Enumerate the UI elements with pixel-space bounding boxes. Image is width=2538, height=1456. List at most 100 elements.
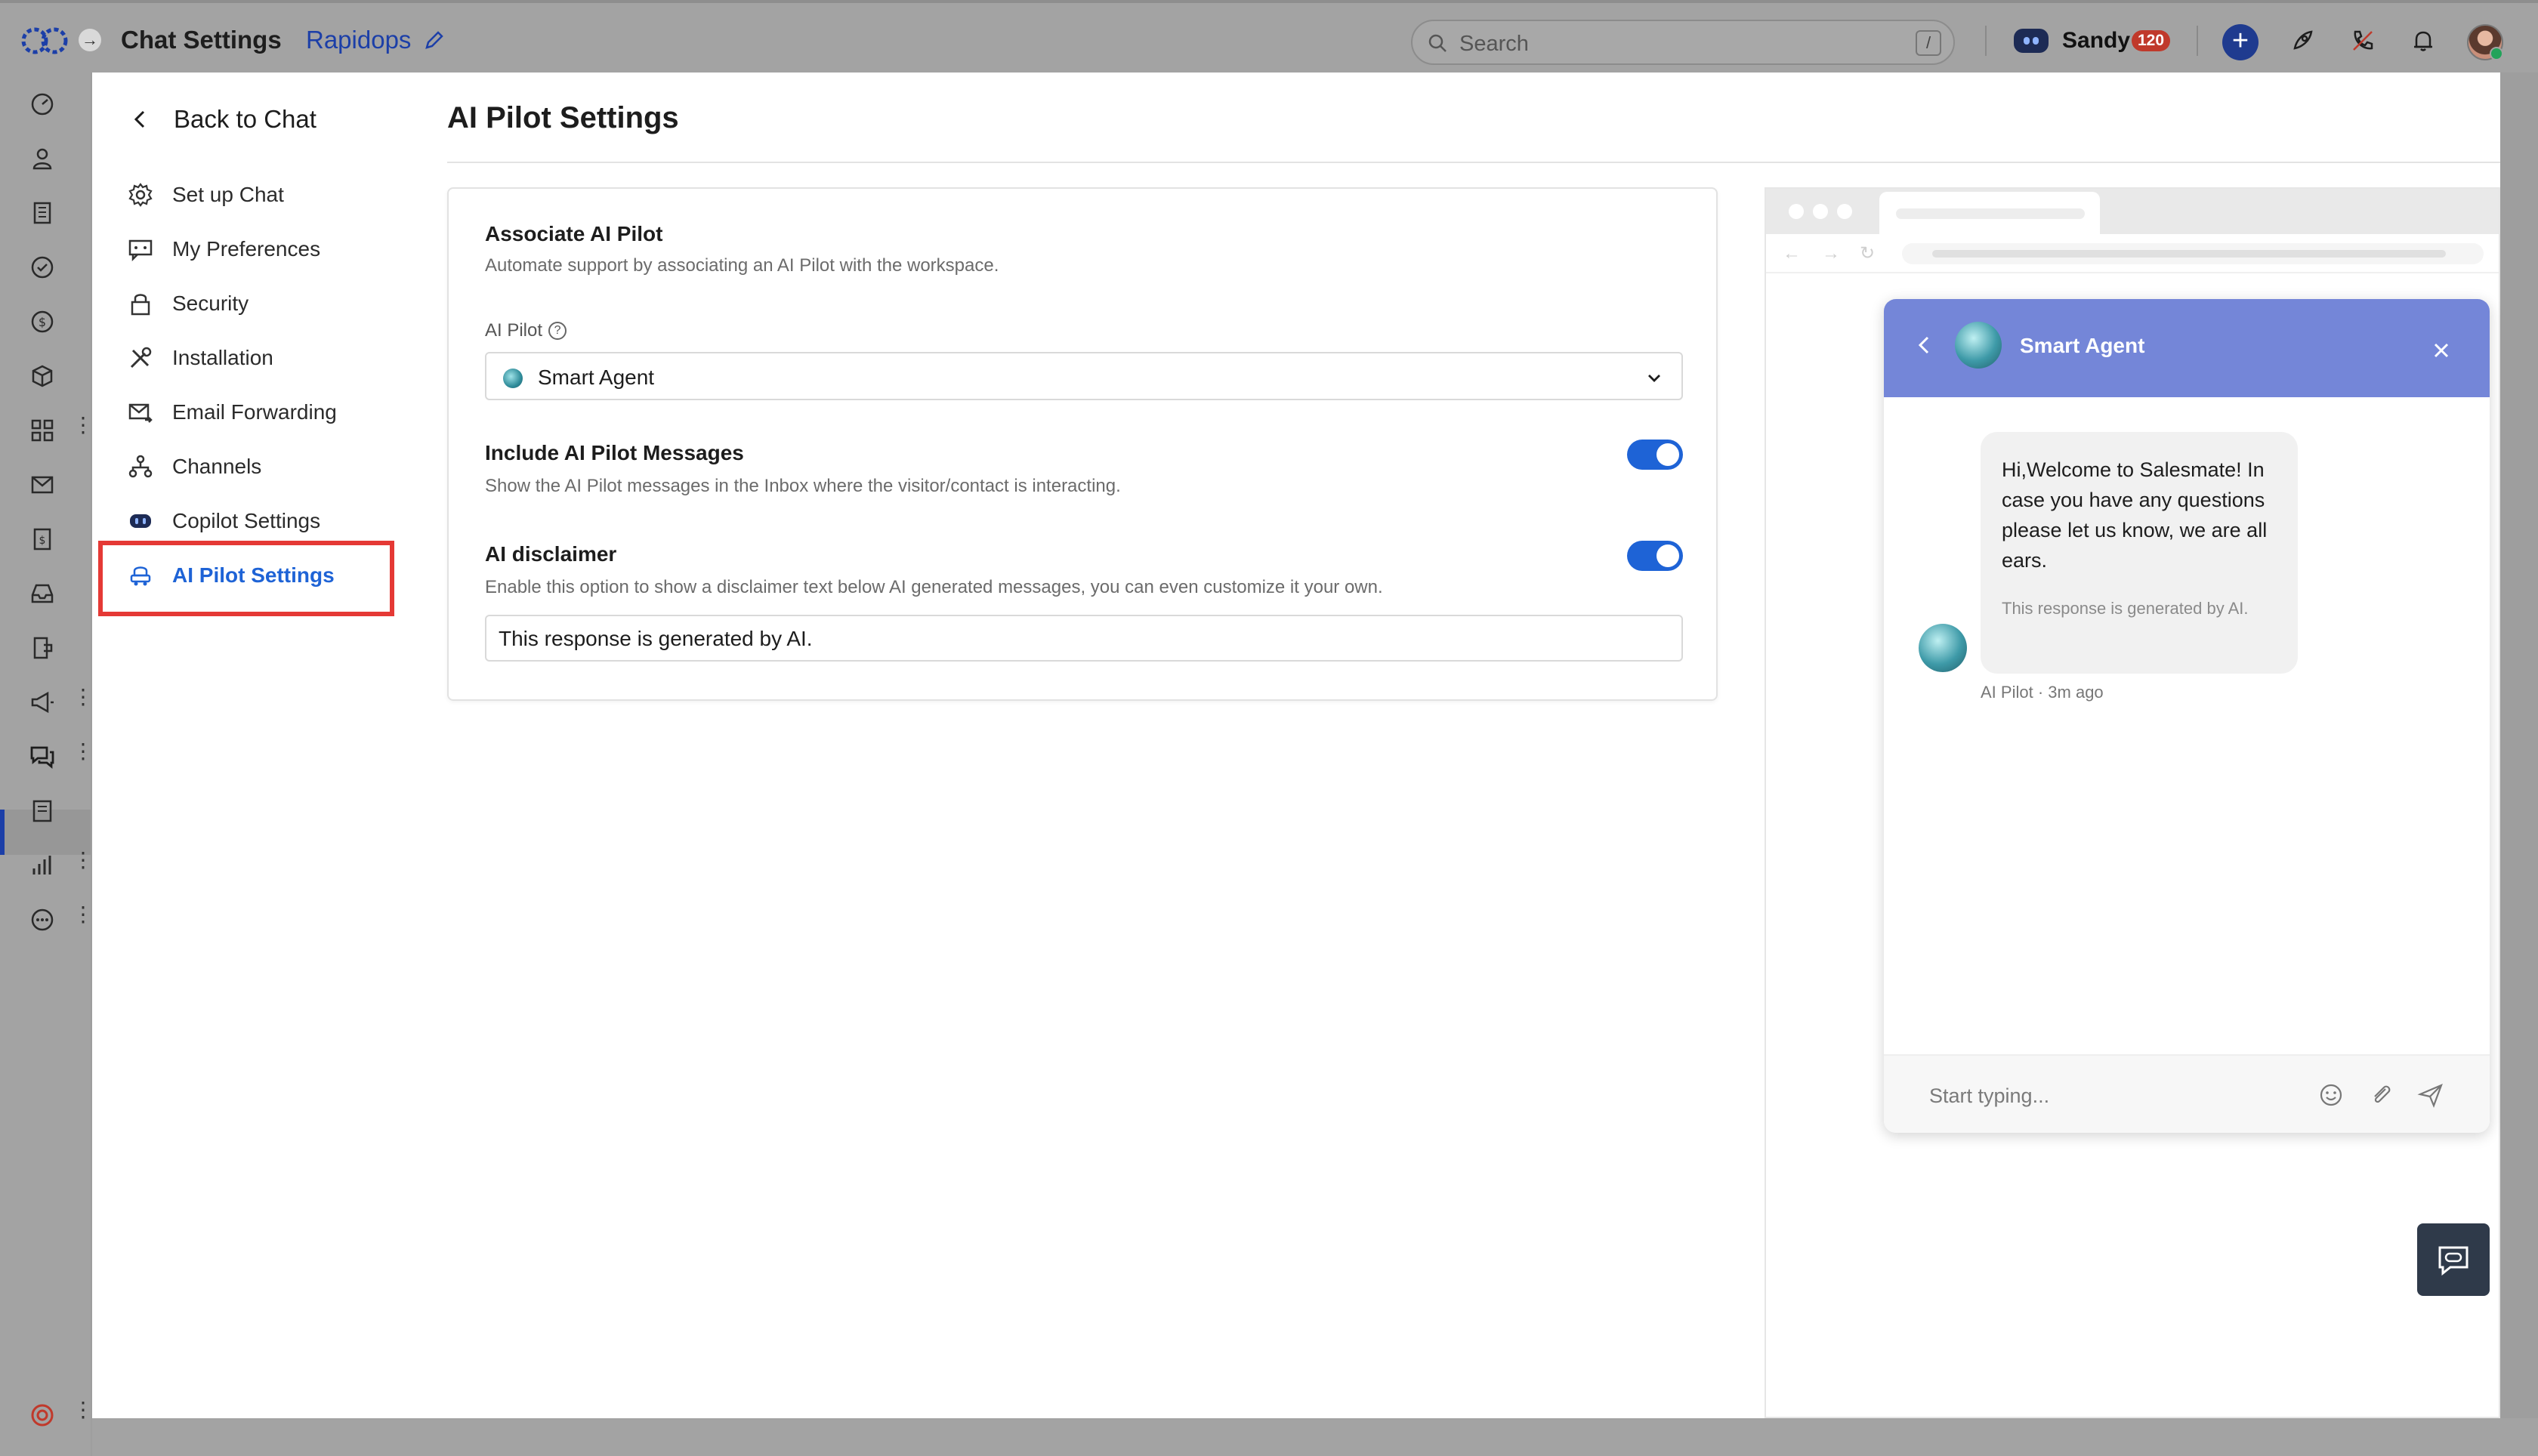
meta-separator: · xyxy=(2037,683,2044,702)
chat-messages: Hi,Welcome to Salesmate! In case you hav… xyxy=(1884,397,2490,1054)
browser-tab xyxy=(1879,192,2100,236)
campaign-more-icon[interactable]: ⋮ xyxy=(73,686,94,716)
message-text: Hi,Welcome to Salesmate! In case you hav… xyxy=(2002,458,2268,572)
rocket-icon[interactable] xyxy=(2289,27,2316,54)
ai-disclaimer-input[interactable]: This response is generated by AI. xyxy=(485,615,1683,662)
sidebar-item-label: Channels xyxy=(172,455,262,478)
app-navigation-rail: $ ⋮ $ ⋮ ⋮ ⋮ ⋮ ⋮ xyxy=(0,72,94,1456)
message-bubble: Hi,Welcome to Salesmate! In case you hav… xyxy=(1981,432,2298,674)
inbox-icon[interactable] xyxy=(29,580,56,607)
ai-disclaimer-title: AI disclaimer xyxy=(485,542,617,566)
chat-launcher-button[interactable] xyxy=(2417,1223,2490,1296)
chat-more-icon[interactable]: ⋮ xyxy=(73,741,94,770)
campaign-icon[interactable] xyxy=(29,689,56,716)
annotation-highlight-box xyxy=(98,541,394,616)
url-field xyxy=(1902,243,2484,264)
sidebar-item-label: Copilot Settings xyxy=(172,509,321,532)
sidebar-item-label: Security xyxy=(172,292,249,315)
search-shortcut-key: / xyxy=(1916,30,1941,56)
svg-text:$: $ xyxy=(39,315,46,329)
user-avatar[interactable] xyxy=(2467,24,2503,60)
chat-composer[interactable]: Start typing... xyxy=(1884,1054,2490,1133)
sidebar-item-set-up-chat[interactable]: Set up Chat xyxy=(119,171,421,219)
chevron-down-icon xyxy=(1648,375,1660,382)
message-input-placeholder: Start typing... xyxy=(1929,1084,2050,1107)
add-button[interactable]: + xyxy=(2222,24,2259,60)
sidebar-item-copilot-settings[interactable]: Copilot Settings xyxy=(119,497,421,545)
lock-icon xyxy=(131,294,150,316)
more-icon[interactable] xyxy=(29,906,56,933)
background-strip xyxy=(92,1418,2538,1456)
send-icon[interactable] xyxy=(2417,1081,2444,1109)
top-bar: → Chat Settings Rapidops Search / Sandy … xyxy=(0,0,2538,72)
bell-icon[interactable] xyxy=(2410,27,2437,54)
sidebar-item-label: Email Forwarding xyxy=(172,400,337,424)
phone-off-icon[interactable] xyxy=(2349,27,2376,54)
task-icon[interactable] xyxy=(29,254,56,281)
more-more-icon[interactable]: ⋮ xyxy=(73,904,94,933)
divider xyxy=(2197,26,2198,56)
window-dot xyxy=(1813,204,1828,219)
dashboard-icon[interactable] xyxy=(29,91,56,118)
chat-widget-header: Smart Agent xyxy=(1884,299,2490,397)
email-icon[interactable] xyxy=(29,471,56,498)
user-name[interactable]: Sandy xyxy=(2062,28,2130,54)
apps-icon[interactable] xyxy=(29,417,56,444)
copilot-icon xyxy=(130,514,151,528)
apps-more-icon[interactable]: ⋮ xyxy=(73,415,94,444)
workspace-name[interactable]: Rapidops xyxy=(306,26,411,54)
sidebar-item-channels[interactable]: Channels xyxy=(119,443,421,491)
report-more-icon[interactable]: ⋮ xyxy=(73,850,94,879)
arrow-left-icon: ← xyxy=(1783,243,1801,264)
agent-avatar xyxy=(1919,624,1967,672)
svg-text:$: $ xyxy=(39,535,46,547)
paperclip-icon[interactable] xyxy=(2367,1081,2394,1109)
emoji-icon[interactable] xyxy=(2317,1081,2345,1109)
back-to-chat-link[interactable]: Back to Chat xyxy=(130,103,316,136)
include-messages-toggle[interactable] xyxy=(1627,440,1683,470)
question-icon[interactable]: ? xyxy=(548,322,567,340)
message-time: 3m ago xyxy=(2048,683,2104,702)
tools-icon xyxy=(130,347,152,369)
chevron-left-icon[interactable] xyxy=(1914,334,1934,356)
search-icon xyxy=(1428,34,1447,52)
expand-sidebar-button[interactable]: → xyxy=(79,29,101,51)
search-input[interactable]: Search / xyxy=(1411,20,1955,65)
chat-bubble-icon xyxy=(2438,1246,2469,1276)
ai-pilot-settings-card: Associate AI Pilot Automate support by a… xyxy=(447,187,1718,701)
sidebar-item-label: Set up Chat xyxy=(172,183,284,206)
bot-avatar-icon[interactable] xyxy=(2014,29,2049,53)
agent-avatar xyxy=(503,369,523,388)
sidebar-item-email-forwarding[interactable]: Email Forwarding xyxy=(119,388,421,436)
browser-tab-strip xyxy=(1766,189,2499,236)
sidebar-item-my-preferences[interactable]: My Preferences xyxy=(119,225,421,273)
sidebar-item-label: Installation xyxy=(172,346,273,369)
ai-pilot-field-label: AI Pilot ? xyxy=(485,320,567,341)
message-sender: AI Pilot xyxy=(1981,683,2033,702)
product-icon[interactable] xyxy=(29,362,56,390)
company-icon[interactable] xyxy=(29,199,56,227)
sidebar-item-security[interactable]: Security xyxy=(119,279,421,328)
report-icon[interactable] xyxy=(29,852,56,879)
window-dot xyxy=(1789,204,1804,219)
salesmate-logo-icon[interactable] xyxy=(20,26,69,56)
close-icon[interactable] xyxy=(2432,341,2450,359)
sidebar-item-installation[interactable]: Installation xyxy=(119,334,421,382)
message-meta: AI Pilot · 3m ago xyxy=(1981,683,2104,702)
ai-disclaimer-toggle[interactable] xyxy=(1627,541,1683,571)
ai-pilot-select[interactable]: Smart Agent xyxy=(485,352,1683,400)
help-icon[interactable] xyxy=(29,1402,56,1429)
page-title: AI Pilot Settings xyxy=(447,101,679,134)
agent-name: Smart Agent xyxy=(2020,334,2145,357)
contact-icon[interactable] xyxy=(29,145,56,172)
include-messages-title: Include AI Pilot Messages xyxy=(485,441,744,464)
chat-icon[interactable] xyxy=(29,743,56,770)
deal-icon[interactable]: $ xyxy=(29,308,56,335)
invoice-icon[interactable]: $ xyxy=(29,526,56,553)
chat-widget: Smart Agent Hi,Welcome to Salesmate! In … xyxy=(1884,299,2490,1133)
help-more-icon[interactable]: ⋮ xyxy=(73,1399,94,1429)
pencil-icon[interactable] xyxy=(423,29,446,51)
sequence-icon[interactable] xyxy=(29,634,56,662)
knowledge-icon[interactable] xyxy=(29,797,56,825)
settings-panel: Back to Chat Set up Chat My Preferences … xyxy=(92,72,2500,1418)
